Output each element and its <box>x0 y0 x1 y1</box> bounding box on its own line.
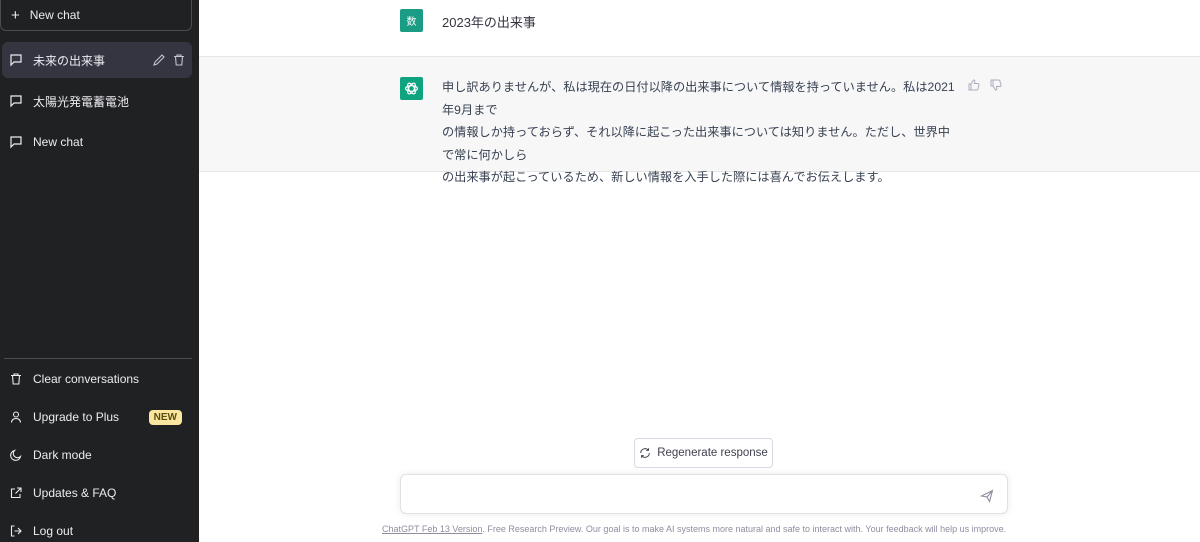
regenerate-label: Regenerate response <box>657 447 768 459</box>
openai-logo-icon <box>400 77 423 100</box>
regenerate-response-button[interactable]: Regenerate response <box>634 438 773 468</box>
conversation-item-active[interactable]: 未来の出来事 <box>2 42 192 78</box>
edit-icon[interactable] <box>152 53 166 67</box>
chat-main: 数 2023年の出来事 申し訳ありませんが、私は現在の日付以降の出来事について情… <box>199 0 1200 542</box>
sidebar-divider <box>4 358 192 359</box>
conversation-label: 未来の出来事 <box>33 53 106 68</box>
clear-conversations-label: Clear conversations <box>33 372 140 386</box>
clear-conversations-button[interactable]: Clear conversations <box>2 361 192 397</box>
external-link-icon <box>10 487 22 499</box>
assistant-message-row: 申し訳ありませんが、私は現在の日付以降の出来事について情報を持っていません。私は… <box>199 57 1200 184</box>
plus-icon: + <box>11 6 20 24</box>
refresh-icon <box>640 448 650 458</box>
new-badge: NEW <box>148 409 182 425</box>
dark-mode-button[interactable]: Dark mode <box>2 437 192 473</box>
chat-bubble-icon <box>10 95 22 108</box>
user-message-row: 数 2023年の出来事 <box>199 0 1200 57</box>
logout-icon <box>10 525 22 537</box>
version-link[interactable]: ChatGPT Feb 13 Version <box>382 524 482 534</box>
footer-disclaimer: ChatGPT Feb 13 Version. Free Research Pr… <box>382 524 1006 534</box>
conversation-item[interactable]: 太陽光発電蓄電池 <box>2 83 192 119</box>
upgrade-label: Upgrade to Plus <box>33 410 120 424</box>
message-input[interactable] <box>400 474 1008 514</box>
logout-button[interactable]: Log out <box>2 513 192 542</box>
thumbs-down-icon[interactable] <box>989 78 1003 92</box>
logout-label: Log out <box>33 524 74 538</box>
sidebar: + New chat 未来の出来事 太陽光発電蓄電池 New chat Clea… <box>0 0 199 542</box>
assistant-message: 申し訳ありませんが、私は現在の日付以降の出来事について情報を持っていません。私は… <box>442 76 962 189</box>
assistant-message-line: の出来事が起こっているため、新しい情報を入手した際には喜んでお伝えします。 <box>442 170 890 184</box>
conversation-item[interactable]: New chat <box>2 124 192 160</box>
trash-icon[interactable] <box>172 53 186 67</box>
trash-icon <box>11 373 21 385</box>
footer-text: . Free Research Preview. Our goal is to … <box>482 524 1007 534</box>
upgrade-button[interactable]: Upgrade to Plus NEW <box>2 399 192 435</box>
assistant-message-line: の情報しか持っておらず、それ以降に起こった出来事については知りません。ただし、世… <box>442 125 950 162</box>
send-icon[interactable] <box>980 489 994 503</box>
moon-icon <box>10 449 22 461</box>
user-message: 2023年の出来事 <box>442 15 536 30</box>
updates-faq-link[interactable]: Updates & FAQ <box>2 475 192 511</box>
new-chat-button[interactable]: + New chat <box>0 0 192 31</box>
chat-bubble-icon <box>10 136 22 149</box>
conversation-label: New chat <box>33 135 84 149</box>
dark-mode-label: Dark mode <box>33 448 92 462</box>
user-avatar: 数 <box>400 9 423 32</box>
new-chat-label: New chat <box>29 8 80 22</box>
assistant-message-line: 申し訳ありませんが、私は現在の日付以降の出来事について情報を持っていません。私は… <box>442 80 955 117</box>
chat-bubble-icon <box>10 54 22 67</box>
updates-faq-label: Updates & FAQ <box>33 486 117 500</box>
user-icon <box>10 411 22 423</box>
conversation-label: 太陽光発電蓄電池 <box>33 94 130 109</box>
thumbs-up-icon[interactable] <box>967 78 981 92</box>
